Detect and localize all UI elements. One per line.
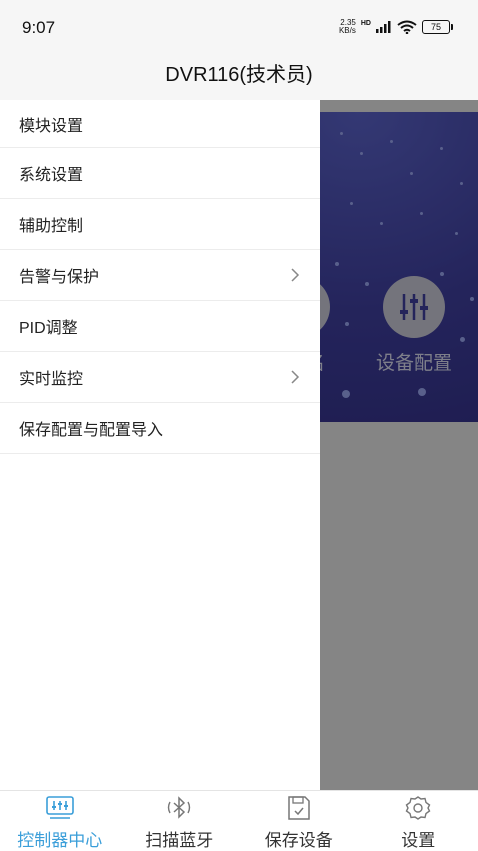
menu-item-label: 系统设置 bbox=[19, 161, 83, 185]
signal-icon bbox=[376, 21, 392, 33]
status-time: 9:07 bbox=[22, 18, 55, 38]
menu-item-system-settings[interactable]: 系统设置 bbox=[0, 148, 320, 199]
menu-item-label: 告警与保护 bbox=[19, 263, 99, 287]
nav-scan-bluetooth[interactable]: 扫描蓝牙 bbox=[120, 791, 240, 851]
menu-item-label: 模块设置 bbox=[19, 112, 83, 136]
menu-item-auxiliary-control[interactable]: 辅助控制 bbox=[0, 199, 320, 250]
status-bar: 9:07 2.35 KB/s HD 75 bbox=[0, 0, 478, 52]
nav-controller-center[interactable]: 控制器中心 bbox=[0, 791, 120, 851]
page-title: DVR116(技术员) bbox=[165, 64, 312, 86]
menu-item-realtime-monitor[interactable]: 实时监控 bbox=[0, 352, 320, 403]
nav-label: 设置 bbox=[359, 826, 478, 851]
save-device-icon bbox=[285, 795, 313, 821]
hd-badge: HD bbox=[361, 20, 371, 27]
nav-save-device[interactable]: 保存设备 bbox=[239, 791, 359, 851]
menu-item-label: PID调整 bbox=[19, 314, 78, 338]
nav-label: 扫描蓝牙 bbox=[120, 826, 240, 851]
menu-item-label: 实时监控 bbox=[19, 365, 83, 389]
title-bar: DVR116(技术员) bbox=[0, 52, 478, 100]
nav-label: 控制器中心 bbox=[0, 826, 120, 851]
navigation-drawer: 模块设置 系统设置 辅助控制 告警与保护 PID调整 实时监控 保存配置与配置导… bbox=[0, 100, 320, 790]
bluetooth-icon bbox=[165, 795, 193, 821]
menu-item-alarm-protection[interactable]: 告警与保护 bbox=[0, 250, 320, 301]
controller-center-icon bbox=[46, 795, 74, 821]
menu-item-module-settings[interactable]: 模块设置 bbox=[0, 100, 320, 148]
menu-item-label: 辅助控制 bbox=[19, 212, 83, 236]
nav-label: 保存设备 bbox=[239, 826, 359, 851]
menu-item-label: 保存配置与配置导入 bbox=[19, 416, 163, 440]
bottom-nav: 控制器中心 扫描蓝牙 保存设备 设置 bbox=[0, 790, 478, 851]
gear-icon bbox=[404, 795, 432, 821]
status-indicators: 2.35 KB/s HD 75 bbox=[336, 19, 450, 35]
chevron-right-icon bbox=[288, 370, 302, 384]
menu-item-save-import-config[interactable]: 保存配置与配置导入 bbox=[0, 403, 320, 454]
network-speed-unit: KB/s bbox=[336, 27, 356, 35]
nav-settings[interactable]: 设置 bbox=[359, 791, 478, 851]
wifi-icon bbox=[397, 20, 417, 34]
network-speed: 2.35 KB/s bbox=[336, 19, 356, 35]
menu-item-pid-adjust[interactable]: PID调整 bbox=[0, 301, 320, 352]
chevron-right-icon bbox=[288, 268, 302, 282]
battery-icon: 75 bbox=[422, 20, 450, 34]
